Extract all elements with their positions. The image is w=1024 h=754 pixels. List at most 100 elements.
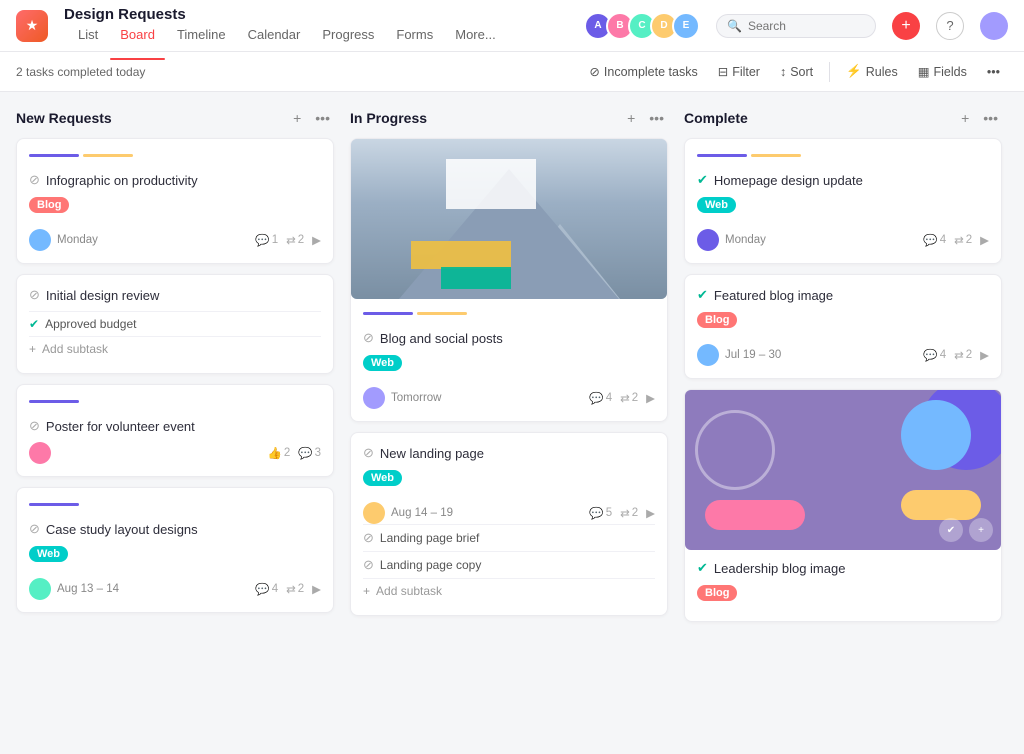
tag-web: Web (363, 470, 402, 486)
check-icon: ⊘ (29, 172, 40, 188)
card-featured-blog[interactable]: ✔ Featured blog image Blog Jul 19 – 30 💬… (684, 274, 1002, 379)
top-nav: ★ Design Requests List Board Timeline Ca… (0, 0, 1024, 52)
avatar-5: E (672, 12, 700, 40)
card-leadership-blog[interactable]: ✔ + ✔ Leadership blog image Blog (684, 389, 1002, 622)
card-new-landing[interactable]: ⊘ New landing page Web Aug 14 – 19 💬 5 ⇄… (350, 432, 668, 616)
subtask-label: Approved budget (45, 317, 136, 331)
card-avatar (363, 502, 385, 524)
card-footer-blog-social: Tomorrow 💬 4 ⇄ 2 ▶ (363, 387, 655, 409)
column-actions-in-progress: + ••• (623, 108, 668, 128)
comment-count: 💬 4 (923, 233, 946, 247)
add-card-in-progress[interactable]: + (623, 108, 639, 128)
comment-icon: 💬 (298, 446, 312, 460)
incomplete-tasks-filter[interactable]: ⊘ Incomplete tasks (581, 60, 705, 83)
attachment-count: ⇄ 2 (286, 233, 304, 247)
nav-list[interactable]: List (68, 23, 108, 46)
add-card-complete[interactable]: + (957, 108, 973, 128)
expand-icon[interactable]: ▶ (312, 582, 321, 596)
card-footer-poster: 👍 2 💬 3 (29, 442, 321, 464)
expand-icon[interactable]: ▶ (980, 233, 989, 247)
check-icon: ⊘ (29, 287, 40, 303)
card-meta: 💬 4 ⇄ 2 ▶ (255, 582, 321, 596)
attachment-icon: ⇄ (620, 506, 630, 520)
card-poster-volunteer[interactable]: ⊘ Poster for volunteer event 👍 2 💬 3 (16, 384, 334, 477)
add-button[interactable]: + (892, 12, 920, 40)
column-menu-in-progress[interactable]: ••• (645, 108, 668, 128)
card-homepage-design[interactable]: ✔ Homepage design update Web Monday 💬 4 … (684, 138, 1002, 264)
rules-button[interactable]: ⚡ Rules (838, 60, 906, 83)
ellipsis-icon: ••• (987, 65, 1000, 79)
card-meta: 💬 4 ⇄ 2 ▶ (923, 348, 989, 362)
expand-icon[interactable]: ▶ (646, 506, 655, 520)
toolbar-separator (829, 62, 830, 82)
subtask-label: Landing page copy (380, 558, 481, 572)
nav-board[interactable]: Board (110, 23, 165, 46)
card-avatar (697, 229, 719, 251)
card-initial-design[interactable]: ⊘ Initial design review ✔ Approved budge… (16, 274, 334, 374)
comment-count: 💬 5 (589, 506, 612, 520)
card-blog-social[interactable]: ⊘ Blog and social posts Web Tomorrow 💬 4… (350, 138, 668, 422)
card-infographic[interactable]: ⊘ Infographic on productivity Blog Monda… (16, 138, 334, 264)
card-date: Monday (725, 234, 917, 246)
check-done-icon: ✔ (697, 287, 708, 303)
add-subtask-button[interactable]: + Add subtask (29, 336, 321, 361)
search-box[interactable]: 🔍 (716, 14, 876, 38)
attachment-count: ⇄ 2 (620, 506, 638, 520)
card-avatar (29, 442, 51, 464)
attachment-icon: ⇄ (954, 348, 964, 362)
nav-links: List Board Timeline Calendar Progress Fo… (68, 23, 506, 46)
card-footer-infographic: Monday 💬 1 ⇄ 2 ▶ (29, 229, 321, 251)
filter-button[interactable]: ⊟ Filter (710, 60, 768, 83)
tag-blog: Blog (697, 585, 737, 601)
subtask-landing-copy: ⊘ Landing page copy (363, 551, 655, 578)
card-case-study[interactable]: ⊘ Case study layout designs Web Aug 13 –… (16, 487, 334, 613)
help-button[interactable]: ? (936, 12, 964, 40)
column-menu-complete[interactable]: ••• (979, 108, 1002, 128)
add-subtask-button[interactable]: + Add subtask (363, 578, 655, 603)
nav-calendar[interactable]: Calendar (238, 23, 311, 46)
column-header-in-progress: In Progress + ••• (350, 108, 668, 128)
abs-icon-1: ✔ (939, 518, 963, 542)
column-header-new-requests: New Requests + ••• (16, 108, 334, 128)
column-menu-new-requests[interactable]: ••• (311, 108, 334, 128)
subtask-approved-budget: ✔ Approved budget (29, 311, 321, 336)
nav-timeline[interactable]: Timeline (167, 23, 236, 46)
expand-icon[interactable]: ▶ (312, 233, 321, 247)
nav-more[interactable]: More... (445, 23, 505, 46)
tag-web: Web (363, 355, 402, 371)
expand-icon[interactable]: ▶ (646, 391, 655, 405)
tag-blog: Blog (29, 197, 69, 213)
comment-count: 💬 4 (589, 391, 612, 405)
sort-button[interactable]: ↕ Sort (772, 61, 821, 83)
expand-icon[interactable]: ▶ (980, 348, 989, 362)
card-title-homepage: ✔ Homepage design update (697, 172, 989, 188)
plus-icon: + (29, 342, 36, 356)
card-date: Tomorrow (391, 392, 583, 404)
attachment-count: ⇄ 2 (286, 582, 304, 596)
nav-forms[interactable]: Forms (386, 23, 443, 46)
card-title-blog-social: ⊘ Blog and social posts (363, 330, 655, 346)
fields-button[interactable]: ▦ Fields (910, 60, 975, 83)
nav-progress[interactable]: Progress (312, 23, 384, 46)
subtask-landing-brief: ⊘ Landing page brief (363, 524, 655, 551)
card-avatar (697, 344, 719, 366)
add-card-new-requests[interactable]: + (289, 108, 305, 128)
completion-status: 2 tasks completed today (16, 65, 145, 79)
card-title-featured-blog: ✔ Featured blog image (697, 287, 989, 303)
filter-icon: ⊟ (718, 64, 728, 79)
comment-icon: 💬 (255, 582, 269, 596)
board: New Requests + ••• ⊘ Infographic on prod… (0, 92, 1024, 754)
card-title-case-study: ⊘ Case study layout designs (29, 521, 321, 537)
comment-count: 💬 4 (255, 582, 278, 596)
tag-blog: Blog (697, 312, 737, 328)
column-complete: Complete + ••• ✔ Homepage design update … (684, 108, 1002, 632)
fields-icon: ▦ (918, 64, 930, 79)
abs-icon-2: + (969, 518, 993, 542)
comment-count: 💬 4 (923, 348, 946, 362)
user-avatar[interactable] (980, 12, 1008, 40)
tag-web: Web (697, 197, 736, 213)
lightning-icon: ⚡ (846, 64, 862, 79)
more-options-button[interactable]: ••• (979, 61, 1008, 83)
comment-icon: 💬 (923, 348, 937, 362)
search-input[interactable] (748, 19, 865, 33)
